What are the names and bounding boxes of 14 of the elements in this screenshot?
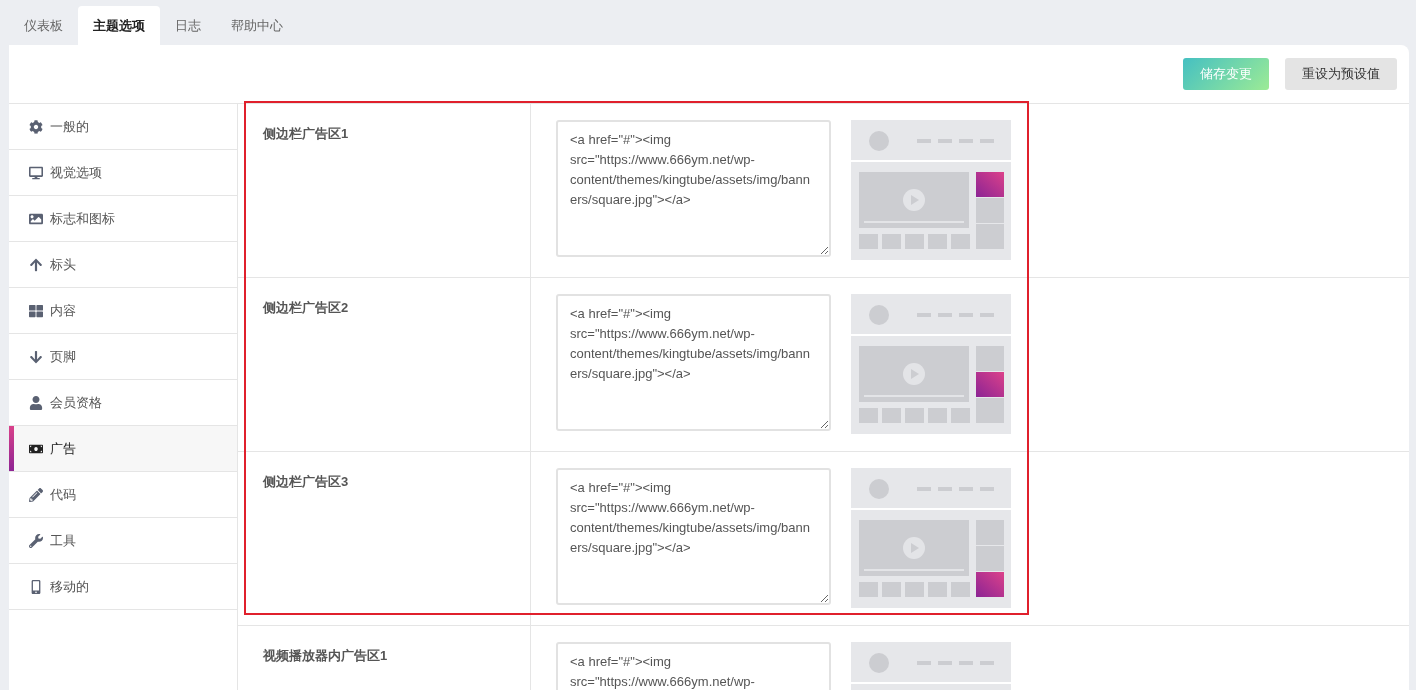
code-input-field[interactable]: <a href="#"><img src="https://www.666ym.net/wp-content/themes/kingtube/assets/img/banners/square.jpg"></a> [556, 294, 831, 431]
setting-label: 侧边栏广告区2 [263, 300, 349, 315]
tab[interactable]: 日志 [160, 6, 216, 45]
setting-label: 侧边栏广告区3 [263, 474, 349, 489]
sidebar-item[interactable]: 广告 [9, 426, 237, 472]
code-input-field[interactable]: <a href="#"><img src="https://www.666ym.net/wp-content/themes/kingtube/assets/img/banners/square.jpg"></a> [556, 468, 831, 605]
setting-label: 视频播放器内广告区1 [263, 648, 388, 663]
code-input-field[interactable]: <a href="#"><img src="https://www.666ym.net/wp- [556, 642, 831, 690]
setting-label: 侧边栏广告区1 [263, 126, 349, 141]
tab[interactable]: 仪表板 [9, 6, 78, 45]
reset-button[interactable]: 重设为预设值 [1285, 58, 1397, 90]
code-input-field[interactable]: <a href="#"><img src="https://www.666ym.net/wp-content/themes/kingtube/assets/img/banners/square.jpg"></a> [556, 120, 831, 257]
tab[interactable]: 帮助中心 [216, 6, 298, 45]
tab[interactable]: 主题选项 [78, 6, 160, 45]
